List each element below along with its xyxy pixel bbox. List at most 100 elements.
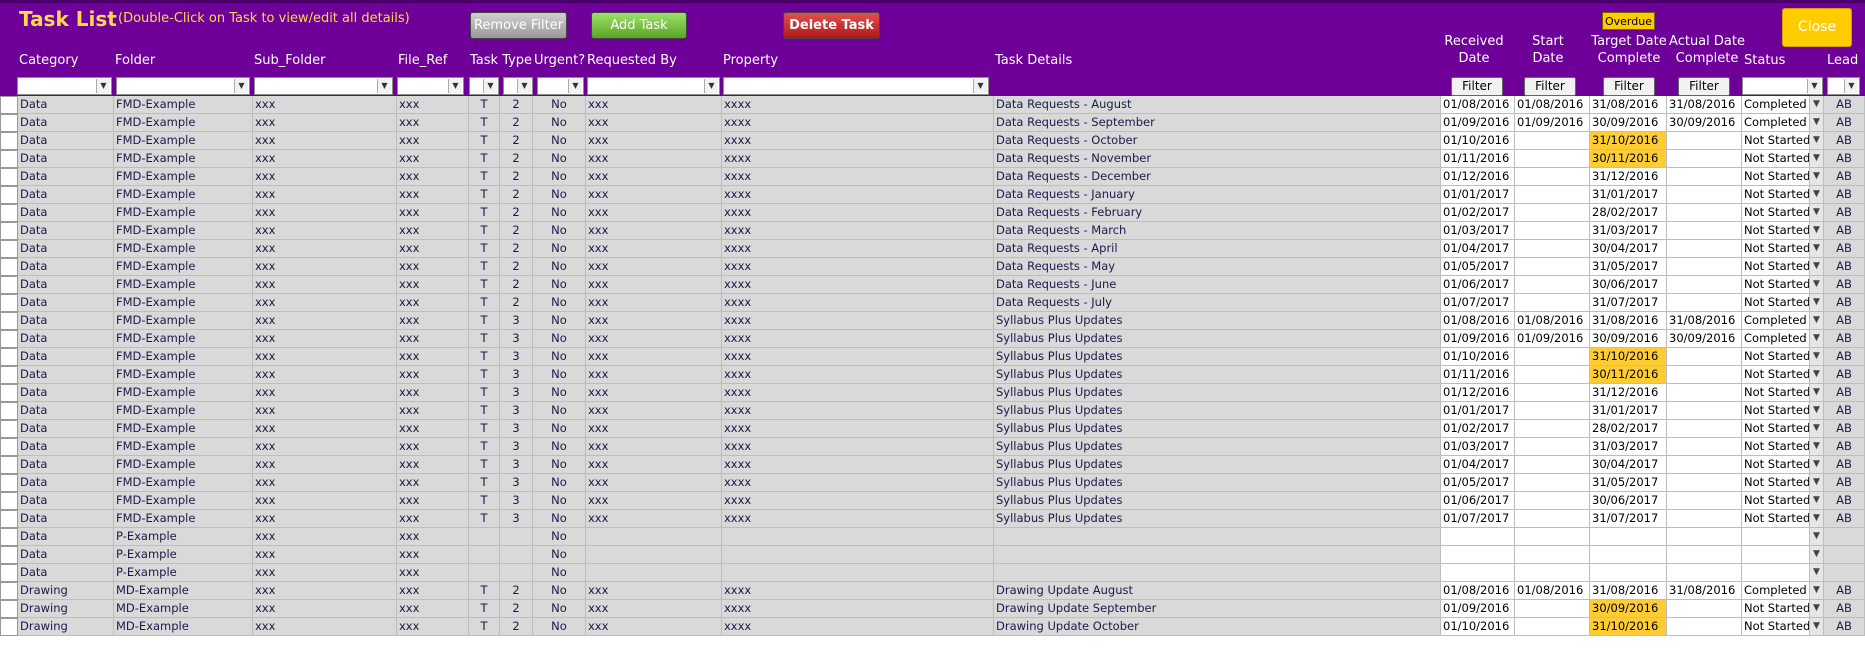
task-type-filter[interactable]: ▼ (469, 77, 499, 95)
priority-filter[interactable]: ▼ (503, 77, 533, 95)
row-selector[interactable] (0, 546, 18, 564)
row-selector[interactable] (0, 492, 18, 510)
status-dropdown-icon[interactable]: ▼ (1810, 204, 1824, 222)
row-selector[interactable] (0, 582, 18, 600)
table-row[interactable]: Data P-Example xxx xxx No ▼ (0, 528, 1865, 546)
row-selector[interactable] (0, 186, 18, 204)
table-row[interactable]: Data FMD-Example xxx xxx T 2 No xxx xxxx Data Req… (0, 294, 1865, 312)
status-dropdown-icon[interactable]: ▼ (1810, 510, 1824, 528)
status-dropdown-icon[interactable]: ▼ (1810, 240, 1824, 258)
row-selector[interactable] (0, 240, 18, 258)
table-row[interactable]: Data FMD-Example xxx xxx T 2 No xxx xxxx Data Req… (0, 150, 1865, 168)
row-selector[interactable] (0, 528, 18, 546)
file-ref-filter[interactable]: ▼ (397, 77, 464, 95)
row-selector[interactable] (0, 456, 18, 474)
row-selector[interactable] (0, 150, 18, 168)
row-selector[interactable] (0, 420, 18, 438)
row-selector[interactable] (0, 510, 18, 528)
table-row[interactable]: Data FMD-Example xxx xxx T 3 No xxx xxxx Syllabus… (0, 474, 1865, 492)
status-dropdown-icon[interactable]: ▼ (1810, 438, 1824, 456)
table-row[interactable]: Drawing MD-Example xxx xxx T 2 No xxx xxxx Drawin… (0, 582, 1865, 600)
status-dropdown-icon[interactable]: ▼ (1810, 132, 1824, 150)
received-date-filter-button[interactable]: Filter (1451, 77, 1503, 96)
table-row[interactable]: Data FMD-Example xxx xxx T 3 No xxx xxxx Syllabus… (0, 348, 1865, 366)
table-row[interactable]: Data FMD-Example xxx xxx T 3 No xxx xxxx Syllabus… (0, 510, 1865, 528)
status-dropdown-icon[interactable]: ▼ (1810, 564, 1824, 582)
row-selector[interactable] (0, 366, 18, 384)
remove-filter-button[interactable]: Remove Filter (470, 12, 567, 39)
status-dropdown-icon[interactable]: ▼ (1810, 222, 1824, 240)
table-row[interactable]: Drawing MD-Example xxx xxx T 2 No xxx xxxx Drawin… (0, 618, 1865, 636)
row-selector[interactable] (0, 222, 18, 240)
start-date-filter-button[interactable]: Filter (1524, 77, 1576, 96)
table-row[interactable]: Data FMD-Example xxx xxx T 2 No xxx xxxx Data Req… (0, 96, 1865, 114)
status-dropdown-icon[interactable]: ▼ (1810, 546, 1824, 564)
table-row[interactable]: Data FMD-Example xxx xxx T 2 No xxx xxxx Data Req… (0, 204, 1865, 222)
table-row[interactable]: Data FMD-Example xxx xxx T 3 No xxx xxxx Syllabus… (0, 492, 1865, 510)
table-row[interactable]: Drawing MD-Example xxx xxx T 2 No xxx xxxx Drawin… (0, 600, 1865, 618)
table-row[interactable]: Data FMD-Example xxx xxx T 2 No xxx xxxx Data Req… (0, 276, 1865, 294)
actual-date-filter-button[interactable]: Filter (1678, 77, 1730, 96)
table-row[interactable]: Data FMD-Example xxx xxx T 2 No xxx xxxx Data Req… (0, 168, 1865, 186)
folder-filter[interactable]: ▼ (116, 77, 250, 95)
table-row[interactable]: Data P-Example xxx xxx No ▼ (0, 564, 1865, 582)
add-task-button[interactable]: Add Task (591, 12, 687, 39)
status-dropdown-icon[interactable]: ▼ (1810, 96, 1824, 114)
status-dropdown-icon[interactable]: ▼ (1810, 114, 1824, 132)
status-dropdown-icon[interactable]: ▼ (1810, 312, 1824, 330)
status-dropdown-icon[interactable]: ▼ (1810, 402, 1824, 420)
status-filter[interactable]: ▼ (1742, 77, 1823, 95)
table-row[interactable]: Data FMD-Example xxx xxx T 3 No xxx xxxx Syllabus… (0, 438, 1865, 456)
table-row[interactable]: Data FMD-Example xxx xxx T 2 No xxx xxxx Data Req… (0, 114, 1865, 132)
sub-folder-filter[interactable]: ▼ (254, 77, 393, 95)
status-dropdown-icon[interactable]: ▼ (1810, 330, 1824, 348)
status-dropdown-icon[interactable]: ▼ (1810, 474, 1824, 492)
status-dropdown-icon[interactable]: ▼ (1810, 420, 1824, 438)
status-dropdown-icon[interactable]: ▼ (1810, 456, 1824, 474)
property-filter[interactable]: ▼ (723, 77, 989, 95)
category-filter[interactable]: ▼ (17, 77, 112, 95)
status-dropdown-icon[interactable]: ▼ (1810, 582, 1824, 600)
close-button[interactable]: Close (1782, 8, 1852, 47)
row-selector[interactable] (0, 312, 18, 330)
status-dropdown-icon[interactable]: ▼ (1810, 600, 1824, 618)
row-selector[interactable] (0, 168, 18, 186)
row-selector[interactable] (0, 348, 18, 366)
row-selector[interactable] (0, 96, 18, 114)
status-dropdown-icon[interactable]: ▼ (1810, 150, 1824, 168)
table-row[interactable]: Data FMD-Example xxx xxx T 2 No xxx xxxx Data Req… (0, 132, 1865, 150)
row-selector[interactable] (0, 618, 18, 636)
table-row[interactable]: Data FMD-Example xxx xxx T 3 No xxx xxxx Syllabus… (0, 366, 1865, 384)
row-selector[interactable] (0, 204, 18, 222)
urgent-filter[interactable]: ▼ (537, 77, 584, 95)
status-dropdown-icon[interactable]: ▼ (1810, 384, 1824, 402)
row-selector[interactable] (0, 330, 18, 348)
requested-by-filter[interactable]: ▼ (587, 77, 720, 95)
status-dropdown-icon[interactable]: ▼ (1810, 618, 1824, 636)
row-selector[interactable] (0, 564, 18, 582)
table-row[interactable]: Data FMD-Example xxx xxx T 3 No xxx xxxx Syllabus… (0, 330, 1865, 348)
table-row[interactable]: Data FMD-Example xxx xxx T 3 No xxx xxxx Syllabus… (0, 384, 1865, 402)
status-dropdown-icon[interactable]: ▼ (1810, 276, 1824, 294)
row-selector[interactable] (0, 276, 18, 294)
status-dropdown-icon[interactable]: ▼ (1810, 366, 1824, 384)
table-row[interactable]: Data FMD-Example xxx xxx T 2 No xxx xxxx Data Req… (0, 222, 1865, 240)
table-row[interactable]: Data FMD-Example xxx xxx T 3 No xxx xxxx Syllabus… (0, 420, 1865, 438)
delete-task-button[interactable]: Delete Task (783, 12, 880, 39)
row-selector[interactable] (0, 294, 18, 312)
table-row[interactable]: Data FMD-Example xxx xxx T 3 No xxx xxxx Syllabus… (0, 456, 1865, 474)
status-dropdown-icon[interactable]: ▼ (1810, 168, 1824, 186)
row-selector[interactable] (0, 600, 18, 618)
status-dropdown-icon[interactable]: ▼ (1810, 348, 1824, 366)
row-selector[interactable] (0, 114, 18, 132)
row-selector[interactable] (0, 384, 18, 402)
status-dropdown-icon[interactable]: ▼ (1810, 528, 1824, 546)
target-date-filter-button[interactable]: Filter (1603, 77, 1655, 96)
table-row[interactable]: Data FMD-Example xxx xxx T 3 No xxx xxxx Syllabus… (0, 312, 1865, 330)
row-selector[interactable] (0, 438, 18, 456)
row-selector[interactable] (0, 258, 18, 276)
table-row[interactable]: Data FMD-Example xxx xxx T 2 No xxx xxxx Data Req… (0, 186, 1865, 204)
lead-filter[interactable]: ▼ (1827, 77, 1860, 95)
table-row[interactable]: Data FMD-Example xxx xxx T 3 No xxx xxxx Syllabus… (0, 402, 1865, 420)
table-row[interactable]: Data FMD-Example xxx xxx T 2 No xxx xxxx Data Req… (0, 258, 1865, 276)
